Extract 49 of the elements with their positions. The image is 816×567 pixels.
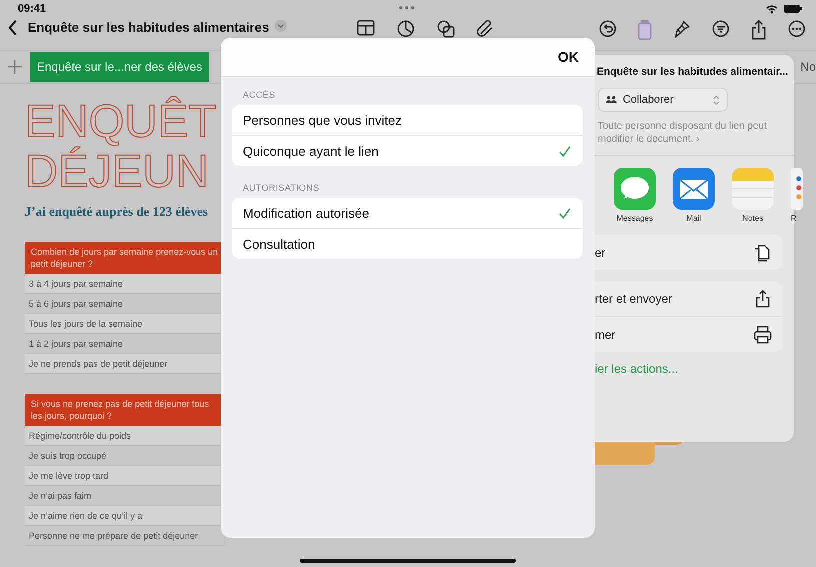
checkmark-icon bbox=[559, 208, 571, 218]
add-sheet-icon[interactable] bbox=[8, 60, 22, 74]
heading-text: DÉJEUN bbox=[25, 146, 210, 196]
checkmark-icon bbox=[559, 146, 571, 156]
back-icon[interactable] bbox=[8, 20, 18, 36]
option-row[interactable]: Personnes que vous invitez bbox=[232, 105, 583, 136]
heading-text: ENQUÊT bbox=[25, 96, 217, 146]
document-title[interactable]: Enquête sur les habitudes alimentaires bbox=[28, 20, 270, 35]
chevron-down-icon[interactable] bbox=[275, 20, 288, 32]
app-share-button[interactable]: R bbox=[791, 168, 803, 223]
multitasking-dots-icon[interactable] bbox=[399, 6, 415, 10]
chart-icon[interactable] bbox=[397, 20, 416, 38]
option-row[interactable]: Quiconque ayant le lien bbox=[232, 136, 583, 166]
sheet-tab[interactable]: Enquête sur le...ner des élèves bbox=[30, 52, 210, 82]
more-icon[interactable] bbox=[788, 20, 806, 38]
app-share-button[interactable]: Mail bbox=[673, 168, 715, 223]
app-label: Mail bbox=[686, 214, 702, 223]
battery-icon bbox=[784, 5, 802, 13]
wifi-icon bbox=[766, 4, 778, 14]
filter-icon[interactable] bbox=[712, 20, 730, 38]
app-label: Notes bbox=[742, 214, 764, 223]
messages-app-icon bbox=[614, 168, 656, 210]
option-row[interactable]: Modification autorisée bbox=[232, 198, 583, 229]
app-share-button[interactable]: Notes bbox=[732, 168, 774, 223]
up-down-chevron-icon bbox=[713, 94, 720, 106]
section-header: AUTORISATIONS bbox=[242, 182, 321, 195]
mail-app-icon bbox=[673, 168, 715, 210]
status-time: 09:41 bbox=[18, 3, 46, 15]
share-action[interactable]: er bbox=[595, 235, 783, 270]
subtitle-text: J’ai enquêté auprès de 123 élèves bbox=[25, 204, 208, 220]
mode-dropdown[interactable]: Collaborer bbox=[598, 88, 728, 112]
app-label: Messages bbox=[616, 214, 654, 223]
notes-app-icon bbox=[732, 168, 774, 210]
option-row[interactable]: Consultation bbox=[232, 229, 583, 259]
share-action[interactable]: mer bbox=[595, 317, 783, 352]
table-icon[interactable] bbox=[357, 20, 376, 36]
sheet-tab[interactable]: No bbox=[798, 52, 816, 82]
shapes-icon[interactable] bbox=[437, 20, 456, 38]
app-share-button[interactable]: Messages bbox=[614, 168, 656, 223]
printer-icon bbox=[753, 324, 773, 344]
people-icon bbox=[606, 96, 617, 104]
section-header: ACCÈS bbox=[242, 89, 277, 102]
paintbrush-icon[interactable] bbox=[673, 20, 691, 38]
undo-icon[interactable] bbox=[599, 20, 617, 38]
paperclip-icon[interactable] bbox=[477, 20, 496, 38]
ok-button[interactable]: OK bbox=[556, 47, 581, 67]
share-icon[interactable] bbox=[751, 20, 767, 40]
app-label: R bbox=[791, 214, 797, 223]
share-title: Enquête sur les habitudes alimentair... bbox=[596, 65, 790, 78]
